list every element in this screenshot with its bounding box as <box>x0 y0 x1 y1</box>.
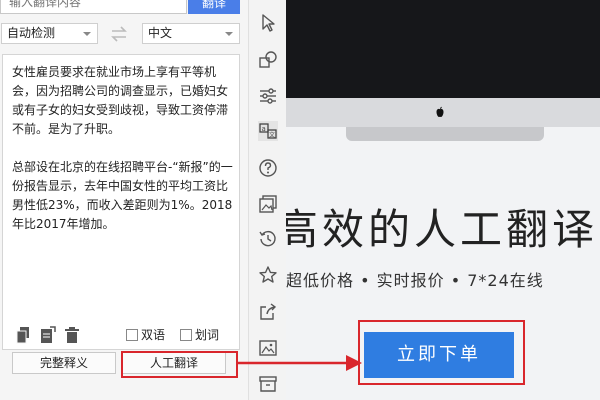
chevron-down-icon <box>225 32 233 36</box>
chevron-down-icon <box>83 32 91 36</box>
share-icon[interactable] <box>258 302 278 322</box>
cursor-icon[interactable] <box>258 13 278 33</box>
bilingual-label: 双语 <box>141 328 166 342</box>
archive-icon[interactable] <box>258 374 278 394</box>
full-definition-button[interactable]: 完整释义 <box>12 352 116 374</box>
copy-icon[interactable] <box>16 326 32 344</box>
source-text: 女性雇员要求在就业市场上享有平等机会，因为招聘公司的调查显示，已婚妇女或有子女的… <box>12 65 233 231</box>
apple-logo-icon <box>436 106 444 117</box>
edit-icon[interactable] <box>40 326 56 344</box>
search-row: 翻译 <box>0 0 248 14</box>
translate-panel: 翻译 自动检测 中文 女性雇员要求在就业市场上享有平等机会，因为招聘公司的调查显… <box>0 0 248 400</box>
source-language-select[interactable]: 自动检测 <box>1 23 98 44</box>
promo-tagline: 超低价格 • 实时报价 • 7*24在线 <box>286 271 544 290</box>
sliders-icon[interactable] <box>258 86 278 106</box>
promo-headline: 高效的人工翻译 <box>286 205 599 254</box>
arrow-icon <box>238 355 362 371</box>
language-row: 自动检测 中文 <box>0 23 248 45</box>
bilingual-checkbox[interactable]: 双语 <box>126 328 165 342</box>
highlight-box <box>358 320 525 385</box>
promo-banner: 高效的人工翻译 超低价格 • 实时报价 • 7*24在线 立即下单 <box>286 0 600 400</box>
monitor-stand <box>346 127 544 141</box>
markup-label: 划词 <box>195 328 220 342</box>
trash-icon[interactable] <box>64 326 80 344</box>
markup-checkbox[interactable]: 划词 <box>180 328 219 342</box>
star-icon[interactable] <box>258 265 278 285</box>
checkbox-box[interactable] <box>180 329 192 341</box>
search-input[interactable] <box>0 0 187 14</box>
source-language-value: 自动检测 <box>7 26 56 40</box>
translate-button[interactable]: 翻译 <box>188 0 240 14</box>
help-icon[interactable] <box>258 158 278 178</box>
images-icon[interactable] <box>258 194 278 214</box>
translate-icon[interactable]: a 文 <box>258 121 278 141</box>
checkbox-box[interactable] <box>126 329 138 341</box>
vertical-toolbar: a 文 <box>248 0 286 400</box>
text-tools: 双语 划词 <box>12 326 240 344</box>
highlight-box <box>121 351 238 378</box>
svg-text:文: 文 <box>269 131 275 139</box>
history-icon[interactable] <box>258 229 278 249</box>
target-language-value: 中文 <box>148 26 173 40</box>
monitor-screen <box>286 0 600 98</box>
swap-icon[interactable] <box>108 24 130 44</box>
target-language-select[interactable]: 中文 <box>142 23 240 44</box>
source-text-area[interactable]: 女性雇员要求在就业市场上享有平等机会，因为招聘公司的调查显示，已婚妇女或有子女的… <box>2 54 240 350</box>
shapes-icon[interactable] <box>258 50 278 70</box>
svg-text:a: a <box>262 125 266 133</box>
